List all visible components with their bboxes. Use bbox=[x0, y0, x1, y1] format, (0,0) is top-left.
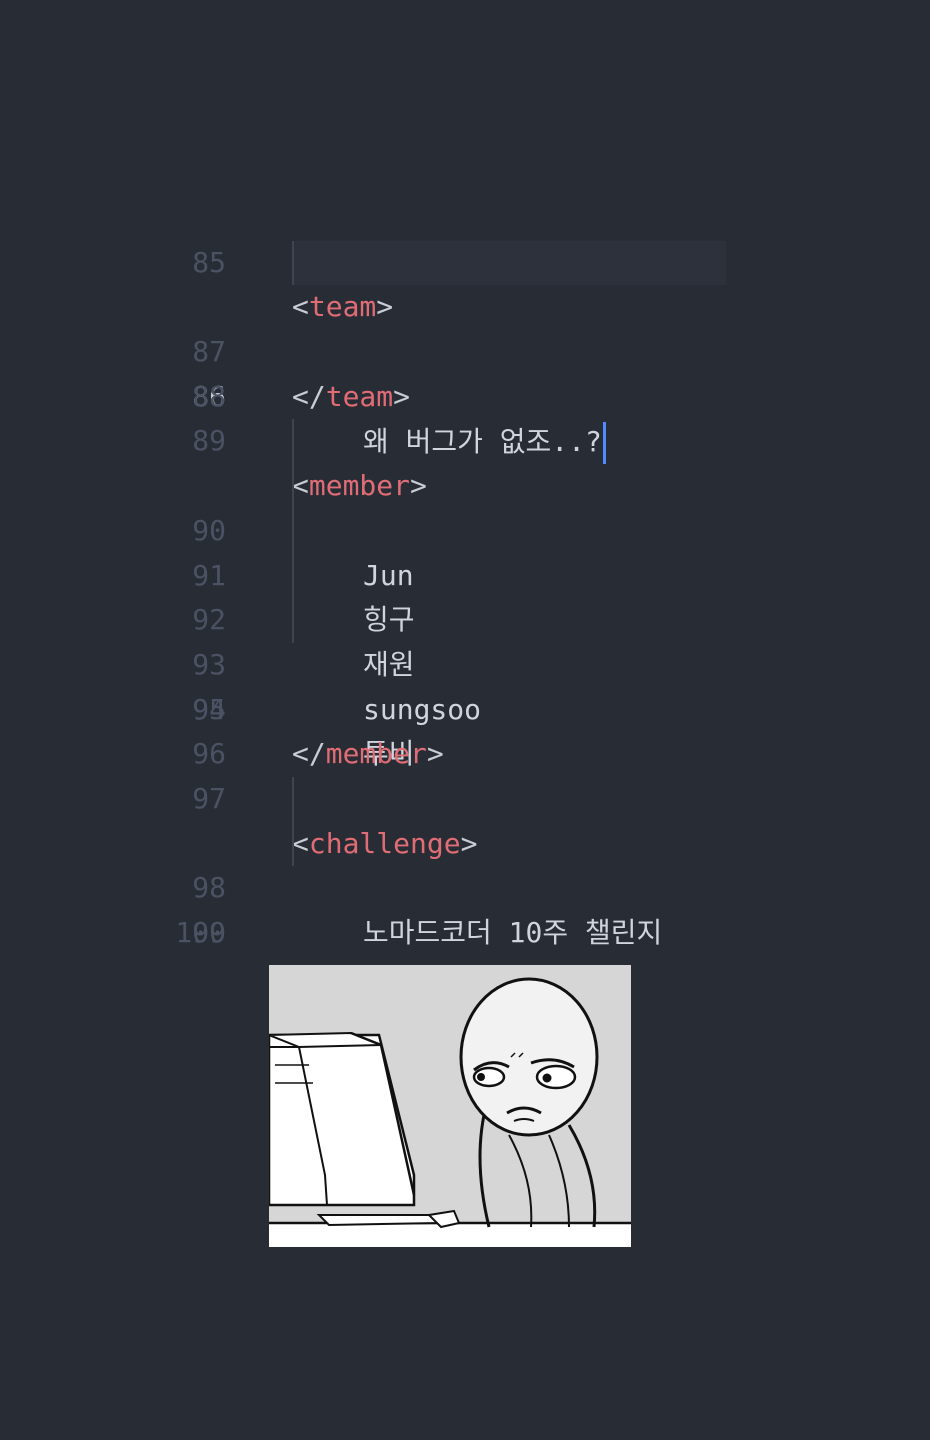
code-line-97[interactable]: 97 <challenge> bbox=[0, 732, 930, 860]
indent-guide bbox=[292, 776, 294, 822]
current-line-highlight bbox=[292, 240, 726, 286]
code-line-86[interactable]: 86 왜 버그가 없조..? bbox=[0, 240, 930, 464]
code-line-100[interactable]: 100 </challenge> bbox=[0, 866, 930, 994]
code-line-94[interactable]: 94 투비 bbox=[0, 598, 930, 770]
code-line-95[interactable]: 95 </member> bbox=[0, 643, 930, 771]
code-line-96[interactable]: 96 bbox=[0, 688, 930, 770]
code-line-98[interactable]: 98 노마드코더 10주 챌린지 bbox=[0, 776, 930, 949]
line-number: 100 bbox=[175, 916, 226, 950]
frustrated-coder-meme-image bbox=[269, 965, 631, 1247]
code-editor[interactable]: 85 <team> 86 왜 버그가 없조..? 87 </team> 88 8… bbox=[0, 196, 930, 994]
code-line-87[interactable]: 87 </team> bbox=[0, 285, 930, 413]
indent-guide bbox=[292, 821, 294, 867]
indent-guide bbox=[292, 419, 294, 465]
code-text: 노마드코더 10주 챌린지 bbox=[363, 916, 663, 950]
indent-guide bbox=[292, 464, 294, 509]
indent-guide bbox=[292, 508, 294, 554]
code-line-90[interactable]: 90 Jun bbox=[0, 419, 930, 592]
indent-guide bbox=[292, 598, 294, 643]
frustrated-coder-meme-icon bbox=[269, 965, 631, 1247]
code-line-92[interactable]: 92 재원 bbox=[0, 508, 930, 681]
indent-guide bbox=[292, 553, 294, 599]
code-line-99[interactable]: 99 kokoa-clone bbox=[0, 821, 930, 994]
code-line-88[interactable]: 88 bbox=[0, 330, 930, 413]
code-line-93[interactable]: 93 sungsoo bbox=[0, 553, 930, 726]
code-line-91[interactable]: 91 힝구 bbox=[0, 464, 930, 636]
code-line-89[interactable]: 89 <member> bbox=[0, 375, 930, 502]
indent-guide bbox=[292, 240, 294, 286]
code-line-85[interactable]: 85 <team> bbox=[0, 196, 930, 324]
